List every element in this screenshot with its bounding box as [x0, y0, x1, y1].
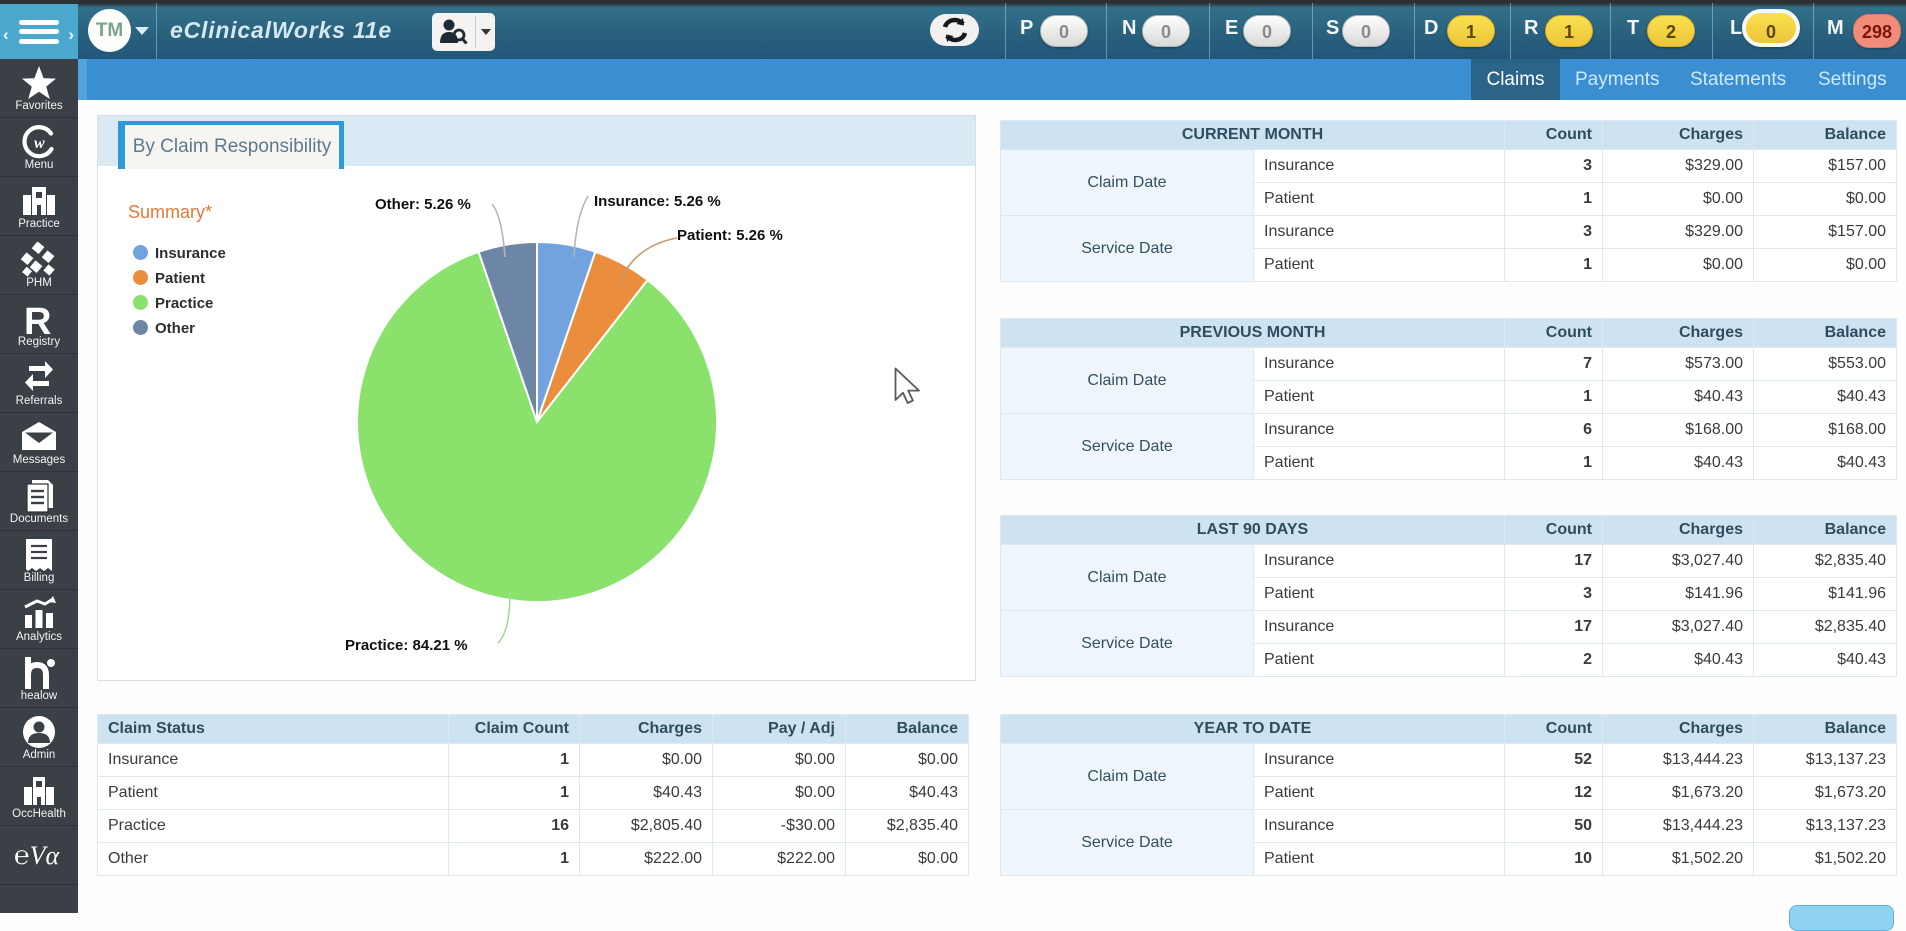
svg-text:℮Vα: ℮Vα	[14, 841, 60, 870]
svg-text:w: w	[34, 135, 45, 152]
svg-text:R: R	[24, 301, 51, 339]
